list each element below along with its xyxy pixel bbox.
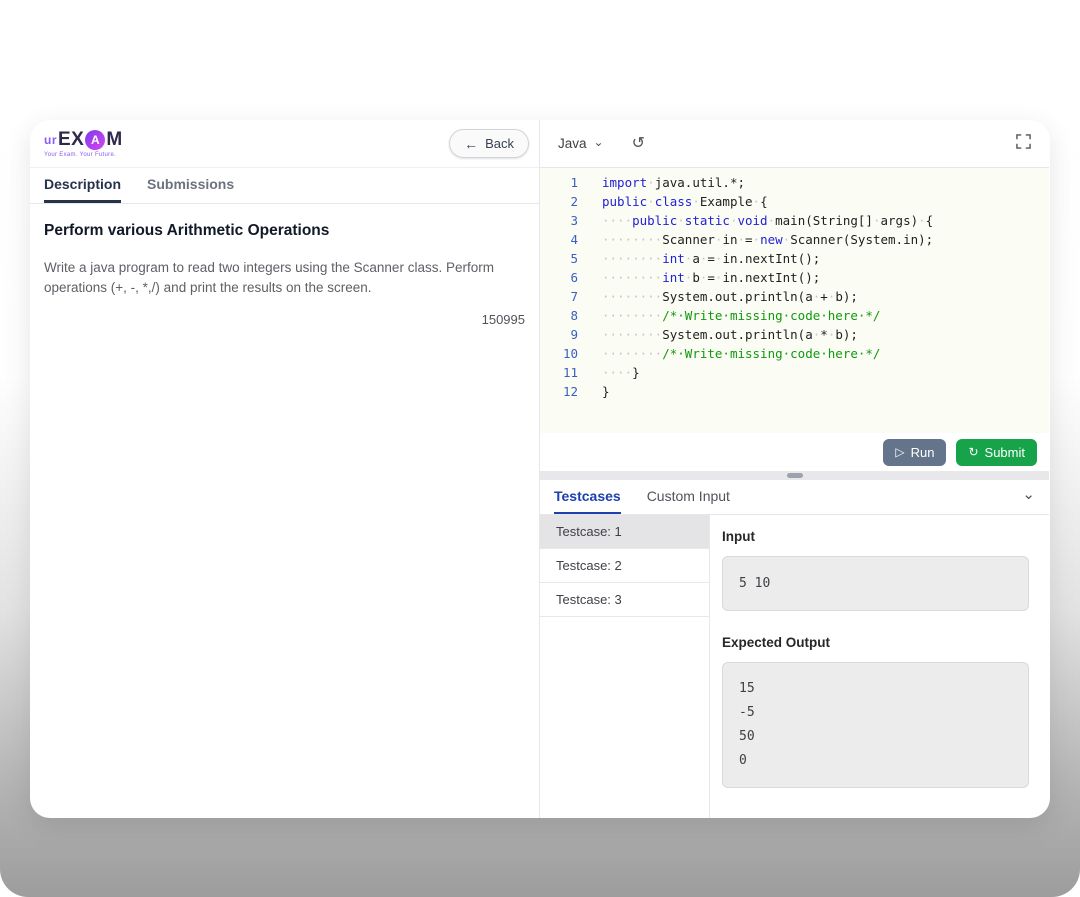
reset-code-button[interactable]: ↺ [632,136,645,152]
tab-custom-input[interactable]: Custom Input [647,480,730,514]
language-select-value: Java [558,136,587,151]
resize-thumb [787,473,803,478]
fullscreen-button[interactable] [1016,134,1031,153]
page-background: ur EX A M Your Exam. Your Future. ← Back… [0,0,1080,897]
submit-refresh-icon: ↻ [968,446,978,458]
app-window: ur EX A M Your Exam. Your Future. ← Back… [30,120,1050,818]
back-arrow-icon: ← [464,136,478,152]
expected-output-value: 15 -5 50 0 [722,662,1029,788]
back-button[interactable]: ← Back [449,129,529,158]
panel-resize-handle[interactable] [540,471,1049,480]
submit-button[interactable]: ↻ Submit [956,439,1037,466]
problem-content: Perform various Arithmetic Operations Wr… [30,204,539,327]
testcase-detail: Input 5 10 Expected Output 15 -5 50 0 [710,515,1049,818]
tab-submissions[interactable]: Submissions [147,176,234,203]
reset-icon: ↺ [632,135,645,152]
code-editor[interactable]: 1import·java.util.*;2public·class·Exampl… [540,168,1049,433]
input-label: Input [722,529,1029,544]
left-header: ur EX A M Your Exam. Your Future. ← Back [30,120,539,168]
run-button[interactable]: ▷ Run [883,439,946,466]
logo-tagline: Your Exam. Your Future. [44,152,123,158]
testcase-item-1[interactable]: Testcase: 1 [540,515,709,549]
testcase-list: Testcase: 1 Testcase: 2 Testcase: 3 [540,515,710,818]
back-button-label: Back [485,136,514,151]
input-value: 5 10 [722,556,1029,611]
problem-description: Write a java program to read two integer… [44,258,514,298]
fullscreen-icon [1016,134,1031,153]
testcases-header: Testcases Custom Input ⌄ [540,480,1049,515]
problem-panel: ur EX A M Your Exam. Your Future. ← Back… [30,120,540,818]
problem-id: 150995 [44,312,525,327]
problem-title: Perform various Arithmetic Operations [44,222,525,240]
logo-part2: M [106,130,122,149]
collapse-chevron-icon[interactable]: ⌄ [1022,485,1035,503]
testcase-item-3[interactable]: Testcase: 3 [540,583,709,617]
editor-panel: Java ⌄ ↺ 1import·java.util.*;2public·cla… [540,120,1049,818]
editor-actions: ▷ Run ↻ Submit [540,433,1049,471]
expected-output-label: Expected Output [722,635,1029,650]
editor-toolbar: Java ⌄ ↺ [540,120,1049,168]
logo-a-badge: A [85,130,105,150]
logo-part1: EX [58,130,84,149]
play-icon: ▷ [895,446,904,458]
urexam-logo: ur EX A M Your Exam. Your Future. [44,130,123,158]
code-lines: 1import·java.util.*;2public·class·Exampl… [540,173,1049,401]
submit-button-label: Submit [985,445,1025,460]
logo-prefix: ur [44,134,57,146]
problem-tabs: Description Submissions [30,168,539,204]
testcases-body: Testcase: 1 Testcase: 2 Testcase: 3 Inpu… [540,515,1049,818]
testcase-item-2[interactable]: Testcase: 2 [540,549,709,583]
chevron-down-icon: ⌄ [594,136,604,148]
run-button-label: Run [911,445,935,460]
tab-description[interactable]: Description [44,176,121,203]
language-select[interactable]: Java ⌄ [558,136,604,151]
tab-testcases[interactable]: Testcases [554,480,621,514]
logo-wordmark: ur EX A M [44,130,123,150]
